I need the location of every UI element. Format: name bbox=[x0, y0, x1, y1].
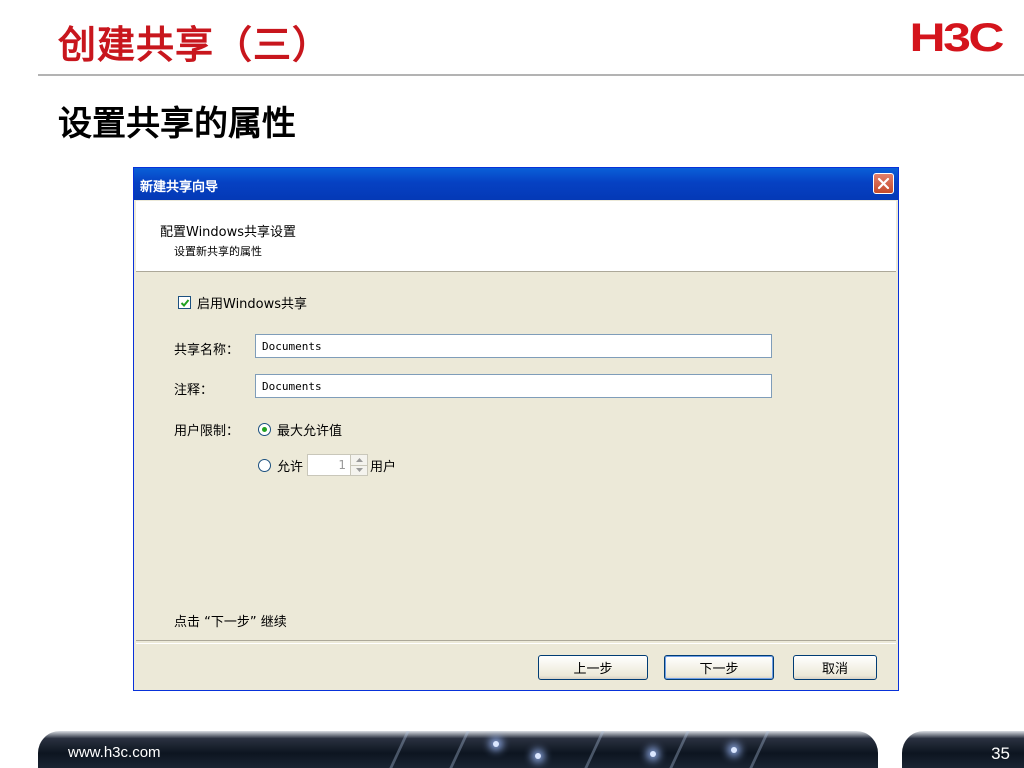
cancel-button[interactable]: 取消 bbox=[793, 655, 877, 680]
allow-users-radio-row[interactable]: 允许 1 用户 bbox=[258, 454, 396, 476]
share-name-label: 共享名称： bbox=[174, 343, 240, 358]
enable-sharing-checkbox[interactable] bbox=[178, 296, 191, 309]
spinner-up-button[interactable] bbox=[351, 455, 368, 465]
wizard-header-subtitle: 设置新共享的属性 bbox=[174, 245, 262, 258]
arrow-down-icon bbox=[355, 468, 363, 473]
slide-subtitle: 设置共享的属性 bbox=[58, 104, 296, 144]
band-glow bbox=[535, 753, 541, 759]
back-button[interactable]: 上一步 bbox=[538, 655, 648, 680]
max-allowed-label: 最大允许值 bbox=[277, 424, 343, 439]
allow-users-radio[interactable] bbox=[258, 458, 271, 472]
band-glow bbox=[493, 741, 499, 747]
wizard-header-title: 配置Windows共享设置 bbox=[160, 225, 297, 240]
max-allowed-radio[interactable] bbox=[258, 423, 271, 436]
enable-sharing-checkbox-row[interactable]: 启用Windows共享 bbox=[178, 293, 307, 312]
band-glow bbox=[650, 751, 656, 757]
page-number: 35 bbox=[991, 744, 1010, 763]
allow-users-label: 允许 bbox=[277, 459, 304, 475]
new-share-wizard-dialog: 新建共享向导 配置Windows共享设置 设置新共享的属性 启用Windows共… bbox=[133, 167, 899, 691]
footer-divider bbox=[136, 640, 896, 644]
user-count-spinner[interactable]: 1 bbox=[307, 454, 369, 476]
radio-selected-dot bbox=[262, 427, 267, 432]
comment-label: 注释： bbox=[174, 383, 214, 398]
max-allowed-radio-row[interactable]: 最大允许值 bbox=[258, 420, 342, 439]
band-streak bbox=[584, 731, 605, 768]
band-streak bbox=[389, 731, 410, 768]
dialog-title: 新建共享向导 bbox=[140, 180, 219, 195]
spinner-down-button[interactable] bbox=[351, 464, 368, 475]
band-streak bbox=[449, 731, 470, 768]
footer-url: www.h3c.com bbox=[68, 744, 161, 761]
band-streak bbox=[669, 731, 690, 768]
user-count-input[interactable]: 1 bbox=[307, 454, 352, 476]
dialog-titlebar[interactable]: 新建共享向导 bbox=[134, 168, 898, 200]
title-divider bbox=[38, 74, 1024, 76]
users-unit-label: 用户 bbox=[370, 459, 397, 475]
footer-band bbox=[38, 731, 878, 768]
spinner-buttons bbox=[351, 454, 369, 476]
close-button[interactable] bbox=[873, 173, 894, 194]
user-limit-label: 用户限制： bbox=[174, 424, 240, 439]
enable-sharing-label: 启用Windows共享 bbox=[197, 297, 308, 312]
slide-title: 创建共享（三） bbox=[58, 22, 332, 67]
next-button[interactable]: 下一步 bbox=[664, 655, 774, 680]
close-icon bbox=[877, 177, 890, 190]
share-name-input[interactable]: Documents bbox=[255, 334, 772, 358]
comment-input[interactable]: Documents bbox=[255, 374, 772, 398]
arrow-up-icon bbox=[355, 457, 363, 462]
continue-hint: 点击 “下一步” 继续 bbox=[174, 615, 287, 630]
wizard-header-panel: 配置Windows共享设置 设置新共享的属性 bbox=[136, 201, 896, 272]
checkmark-icon bbox=[180, 298, 189, 307]
h3c-logo: H3C bbox=[909, 16, 1004, 60]
band-streak bbox=[749, 731, 770, 768]
band-glow bbox=[731, 747, 737, 753]
